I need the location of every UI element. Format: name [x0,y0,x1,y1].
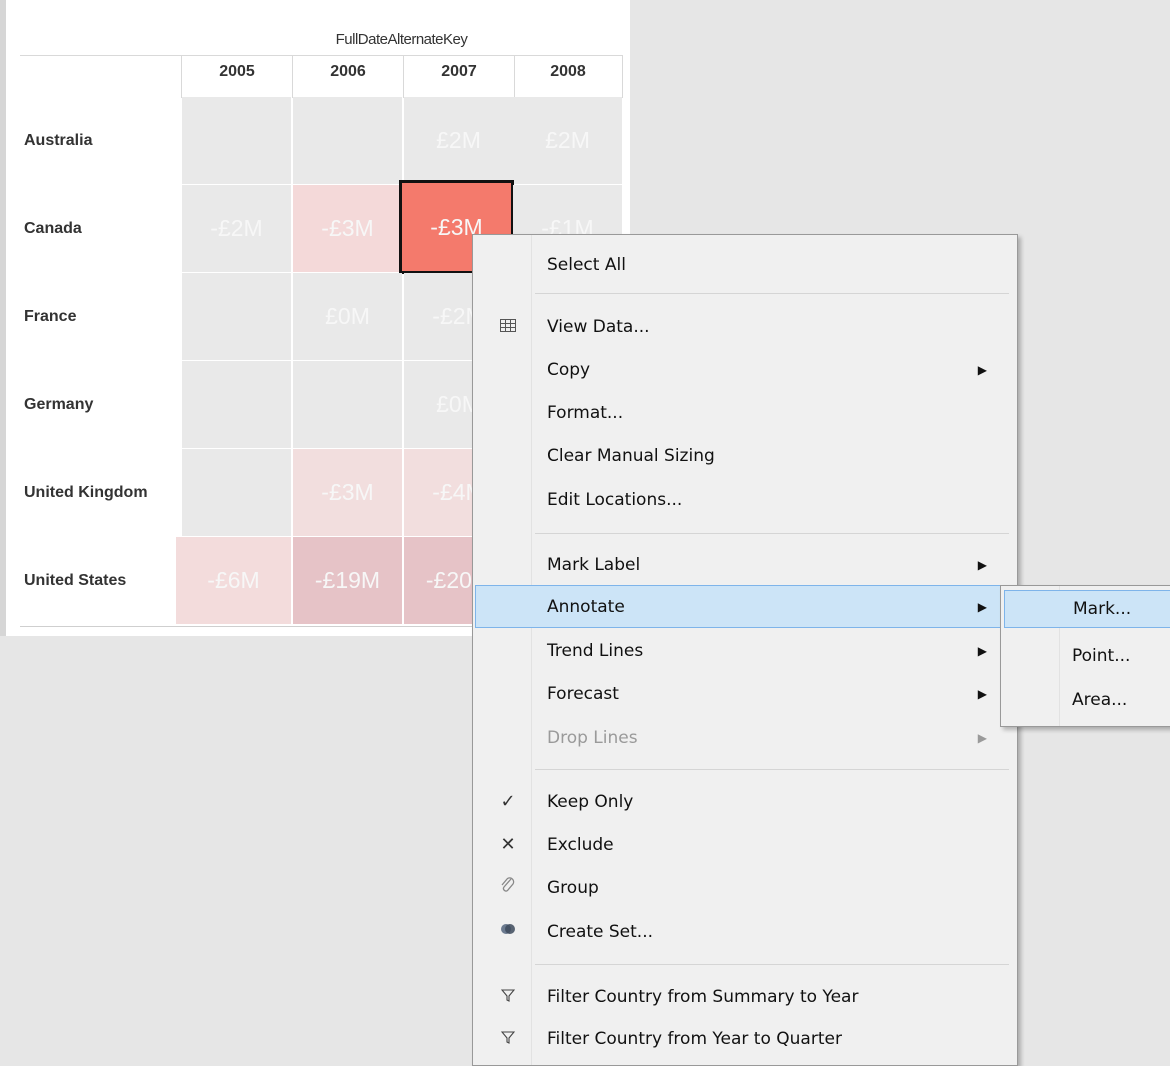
close-x-icon: ✕ [500,834,516,855]
mark-cell[interactable]: -£3M [293,185,402,272]
row-header-australia[interactable]: Australia [24,96,174,184]
menu-item-label: Filter Country from Summary to Year [547,986,859,1007]
mark-cell[interactable]: £2M [404,97,513,184]
mark-cell[interactable]: -£3M [293,449,402,536]
filter-funnel-icon [497,1028,519,1049]
menu-item-label: Select All [547,254,626,275]
row-header-germany[interactable]: Germany [24,360,174,448]
menu-item-filter-summary-to-year[interactable]: Filter Country from Summary to Year [475,975,1013,1018]
menu-item-mark-label[interactable]: Mark Label ▶ [475,543,1013,586]
row-header-france[interactable]: France [24,272,174,360]
mark-cell[interactable] [182,361,291,448]
checkmark-icon: ✓ [500,791,516,812]
menu-item-label: Keep Only [547,791,634,812]
submenu-item-point[interactable]: Point... [1004,637,1170,675]
menu-item-label: Drop Lines [547,727,638,748]
mark-cell[interactable] [182,97,291,184]
menu-item-label: Mark... [1073,599,1132,619]
menu-separator [535,769,1009,770]
menu-item-label: Edit Locations... [547,489,683,510]
year-header-2005[interactable]: 2005 [182,63,292,81]
menu-item-copy[interactable]: Copy ▶ [475,348,1013,391]
mark-cell[interactable]: £0M [293,273,402,360]
context-menu: Select All View Data... Copy ▶ Format...… [472,234,1018,1066]
submenu-item-area[interactable]: Area... [1004,681,1170,719]
menu-separator [535,293,1009,294]
menu-separator [535,964,1009,965]
menu-item-annotate[interactable]: Annotate ▶ [475,585,1013,628]
mark-cell[interactable] [182,273,291,360]
year-header-2007[interactable]: 2007 [404,63,514,81]
mark-cell[interactable] [293,97,402,184]
menu-separator [535,533,1009,534]
menu-item-select-all[interactable]: Select All [475,243,1013,286]
menu-item-label: Create Set... [547,921,654,942]
view-border [0,0,6,636]
menu-item-filter-year-to-quarter[interactable]: Filter Country from Year to Quarter [475,1017,1013,1060]
menu-item-exclude[interactable]: ✕ Exclude [475,823,1013,866]
menu-item-group[interactable]: Group [475,866,1013,909]
menu-item-label: Clear Manual Sizing [547,445,715,466]
column-field-title: FullDateAlternateKey [335,31,468,48]
menu-item-view-data[interactable]: View Data... [475,305,1013,348]
menu-item-label: View Data... [547,316,650,337]
menu-item-clear-manual-sizing[interactable]: Clear Manual Sizing [475,434,1013,477]
menu-item-format[interactable]: Format... [475,391,1013,434]
submenu-arrow-icon: ▶ [977,362,987,377]
year-header-2006[interactable]: 2006 [293,63,403,81]
mark-cell[interactable]: -£19M [293,537,402,624]
menu-item-label: Trend Lines [547,640,644,661]
row-header-united-kingdom[interactable]: United Kingdom [24,448,154,536]
menu-item-edit-locations[interactable]: Edit Locations... [475,478,1013,521]
menu-item-label: Point... [1072,646,1131,666]
menu-item-label: Area... [1072,690,1128,710]
set-venn-icon [497,921,519,942]
menu-item-label: Copy [547,359,591,380]
mark-cell[interactable]: -£2M [182,185,291,272]
header-divider [20,55,622,56]
menu-item-label: Filter Country from Year to Quarter [547,1028,842,1049]
row-header-canada[interactable]: Canada [24,184,174,272]
submenu-arrow-icon: ▶ [977,557,987,572]
menu-item-label: Group [547,877,599,898]
paperclip-icon [497,876,519,899]
filter-funnel-icon [497,986,519,1007]
menu-item-keep-only[interactable]: ✓ Keep Only [475,780,1013,823]
submenu-arrow-icon: ▶ [977,730,987,745]
menu-item-label: Exclude [547,834,614,855]
row-header-united-states[interactable]: United States [24,536,174,624]
mark-cell[interactable]: -£6M [176,537,291,624]
menu-item-label: Annotate [547,596,625,617]
menu-item-label: Format... [547,402,624,423]
menu-item-label: Mark Label [547,554,641,575]
mark-cell[interactable] [293,361,402,448]
menu-item-trend-lines[interactable]: Trend Lines ▶ [475,629,1013,672]
menu-item-drop-lines: Drop Lines ▶ [475,716,1013,759]
menu-item-forecast[interactable]: Forecast ▶ [475,672,1013,715]
mark-cell[interactable]: £2M [513,97,622,184]
table-grid-icon [497,316,519,337]
submenu-arrow-icon: ▶ [977,643,987,658]
year-header-2008[interactable]: 2008 [513,63,623,81]
annotate-submenu: Mark... Point... Area... [1000,585,1170,727]
submenu-item-mark[interactable]: Mark... [1004,590,1170,628]
menu-item-label: Forecast [547,683,619,704]
menu-item-create-set[interactable]: Create Set... [475,910,1013,953]
submenu-arrow-icon: ▶ [977,686,987,701]
submenu-arrow-icon: ▶ [977,599,987,614]
mark-cell[interactable] [182,449,291,536]
